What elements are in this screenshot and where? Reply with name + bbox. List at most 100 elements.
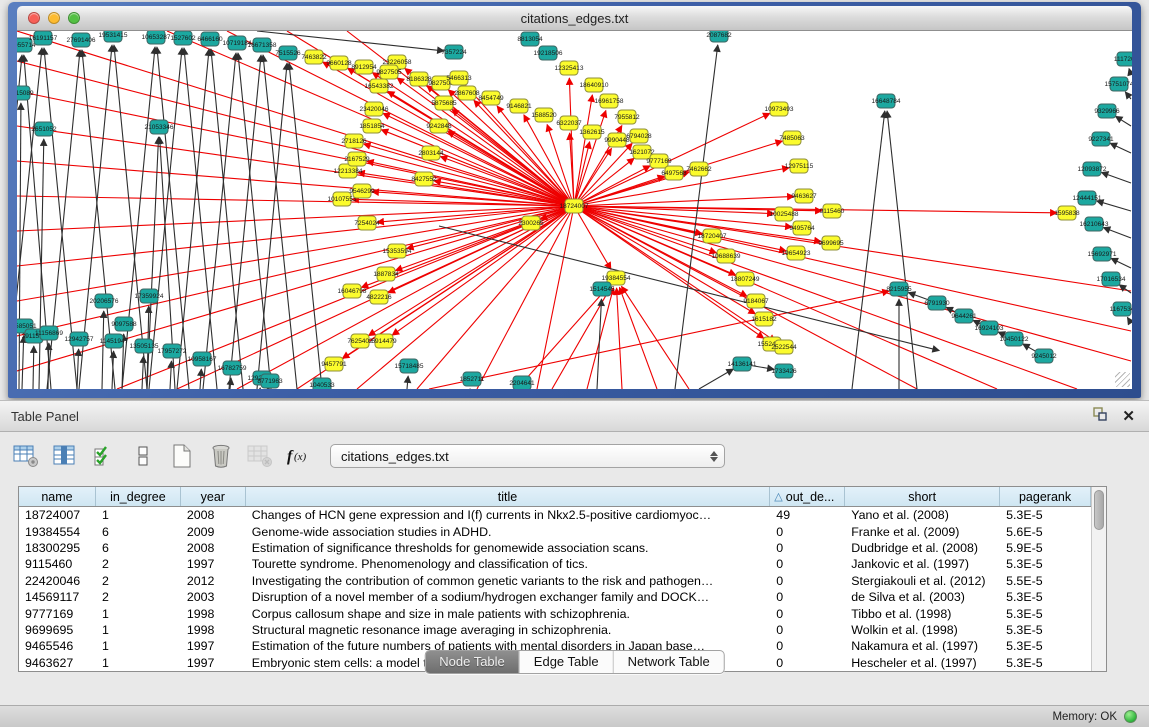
table-cell: Genome-wide association studies in ADHD. bbox=[246, 523, 771, 539]
tab-edge-table[interactable]: Edge Table bbox=[520, 651, 614, 673]
graph-node-label: 2615089 bbox=[17, 90, 34, 97]
column-header-label: short bbox=[908, 490, 936, 504]
graph-node-label: 9660128 bbox=[326, 60, 352, 67]
table-cell: 1 bbox=[96, 638, 181, 654]
float-panel-icon[interactable] bbox=[1092, 406, 1108, 427]
table-cell: 5.3E-5 bbox=[1000, 556, 1091, 572]
graph-node-label: 6466160 bbox=[197, 36, 223, 43]
vertical-scrollbar[interactable] bbox=[1091, 487, 1106, 671]
table-row[interactable]: 2242004622012Investigating the contribut… bbox=[19, 573, 1091, 589]
column-header-out_de[interactable]: △out_de... bbox=[770, 487, 845, 506]
zoom-window-button[interactable] bbox=[68, 12, 80, 24]
memory-status-indicator[interactable] bbox=[1124, 710, 1137, 723]
tab-network-table[interactable]: Network Table bbox=[614, 651, 724, 673]
network-canvas[interactable]: 4055714161911572769140619531415106532871… bbox=[17, 31, 1132, 389]
graph-node-label: 7462662 bbox=[686, 166, 712, 173]
table-row[interactable]: 911546021997Tourette syndrome. Phenomeno… bbox=[19, 556, 1091, 572]
column-header-label: name bbox=[41, 490, 72, 504]
column-header-year[interactable]: year bbox=[181, 487, 246, 506]
column-header-title[interactable]: title bbox=[246, 487, 771, 506]
new-column-button[interactable] bbox=[168, 442, 196, 470]
window-titlebar[interactable]: citations_edges.txt bbox=[17, 6, 1132, 31]
citation-edge-black bbox=[1103, 228, 1131, 238]
citation-edge-black bbox=[1111, 258, 1131, 268]
table-cell: Franke et al. (2009) bbox=[845, 523, 1000, 539]
graph-node-label: 9227341 bbox=[1088, 136, 1114, 143]
graph-node-label: 1887834 bbox=[373, 271, 399, 278]
network-table-select[interactable]: citations_edges.txt bbox=[330, 444, 725, 468]
table-options-button[interactable] bbox=[12, 442, 40, 470]
table-cell: de Silva et al. (2003) bbox=[845, 589, 1000, 605]
table-cell: Stergiakouli et al. (2012) bbox=[845, 573, 1000, 589]
table-row[interactable]: 1830029562008Estimation of significance … bbox=[19, 540, 1091, 556]
citation-edge-black bbox=[19, 103, 21, 389]
citation-edge-red bbox=[17, 196, 574, 206]
citation-edge-black bbox=[157, 47, 189, 389]
citation-network-graph[interactable]: 4055714161911572769140619531415106532871… bbox=[17, 31, 1132, 389]
window-resize-grip[interactable] bbox=[1115, 372, 1130, 387]
table-cell: 1 bbox=[96, 605, 181, 621]
graph-node-label: 1852711 bbox=[460, 376, 485, 383]
citation-edge-red bbox=[392, 206, 574, 335]
close-window-button[interactable] bbox=[28, 12, 40, 24]
table-cell: 2003 bbox=[181, 589, 246, 605]
row-tools-button[interactable] bbox=[129, 442, 157, 470]
citation-edge-black bbox=[184, 48, 217, 389]
table-cell: Changes of HCN gene expression and I(f) … bbox=[246, 507, 771, 523]
graph-node-label: 11156869 bbox=[35, 330, 63, 337]
column-header-pagerank[interactable]: pagerank bbox=[1000, 487, 1091, 506]
table-cell: 6 bbox=[96, 523, 181, 539]
citation-edge-red bbox=[574, 113, 770, 206]
citation-edge-black bbox=[1101, 172, 1131, 183]
scrollbar-thumb[interactable] bbox=[1094, 490, 1104, 530]
graph-node-label: 20206576 bbox=[90, 298, 119, 305]
graph-node-label: 2204641 bbox=[509, 380, 535, 387]
graph-node-label: 9115460 bbox=[820, 208, 845, 215]
table-cell: 5.5E-5 bbox=[1000, 573, 1091, 589]
tab-node-table[interactable]: Node Table bbox=[425, 651, 520, 673]
graph-node-label: 17359924 bbox=[135, 293, 164, 300]
table-cell: 0 bbox=[770, 556, 845, 572]
citation-edge-black bbox=[1115, 116, 1131, 126]
table-cell: 49 bbox=[770, 507, 845, 523]
column-header-in_degree[interactable]: in_degree bbox=[96, 487, 181, 506]
table-cell: Tourette syndrome. Phenomenology and cla… bbox=[246, 556, 771, 572]
column-header-name[interactable]: name bbox=[19, 487, 96, 506]
graph-node-label: 2087682 bbox=[706, 32, 732, 39]
citation-edge-black bbox=[1125, 92, 1131, 99]
citation-edge-red bbox=[574, 206, 1131, 331]
graph-node-label: 1615182 bbox=[751, 316, 777, 323]
graph-node-label: 11451947 bbox=[100, 338, 129, 345]
table-row[interactable]: 1872400712008Changes of HCN gene express… bbox=[19, 507, 1091, 523]
column-header-short[interactable]: short bbox=[845, 487, 1000, 506]
table-cell: 0 bbox=[770, 638, 845, 654]
table-cell: Corpus callosum shape and size in male p… bbox=[246, 605, 771, 621]
svg-text:f: f bbox=[287, 448, 294, 465]
graph-node-label: 14136141 bbox=[728, 361, 757, 368]
table-row[interactable]: 969969511998Structural magnetic resonanc… bbox=[19, 622, 1091, 638]
graph-node-label: 16191157 bbox=[29, 35, 58, 42]
table-cell: 9699695 bbox=[19, 622, 96, 638]
graph-node-label: 18640910 bbox=[580, 82, 609, 89]
show-columns-button[interactable] bbox=[51, 442, 79, 470]
graph-node-label: 15751074 bbox=[1105, 81, 1132, 88]
table-row[interactable]: 1456911722003Disruption of a novel membe… bbox=[19, 589, 1091, 605]
citation-edge-black bbox=[699, 369, 733, 389]
graph-node-label: 19218506 bbox=[534, 50, 563, 57]
citation-edge-red bbox=[517, 285, 609, 389]
graph-node-label: 23420046 bbox=[360, 106, 389, 113]
graph-node-label: 16671358 bbox=[248, 42, 277, 49]
window-title: citations_edges.txt bbox=[17, 11, 1132, 26]
graph-node-label: 9777169 bbox=[646, 158, 672, 165]
table-row[interactable]: 1938455462009Genome-wide association stu… bbox=[19, 523, 1091, 539]
graph-node-label: 8454749 bbox=[478, 95, 504, 102]
graph-node-label: 17957272 bbox=[158, 348, 187, 355]
table-cell: 5.3E-5 bbox=[1000, 638, 1091, 654]
function-builder-button[interactable]: f(x) bbox=[285, 442, 313, 470]
table-row[interactable]: 977716911998Corpus callosum shape and si… bbox=[19, 605, 1091, 621]
citation-edge-red bbox=[552, 287, 611, 389]
delete-column-trash-button[interactable] bbox=[207, 442, 235, 470]
close-panel-icon[interactable]: ✕ bbox=[1122, 409, 1135, 424]
column-checklist-button[interactable] bbox=[90, 442, 118, 470]
minimize-window-button[interactable] bbox=[48, 12, 60, 24]
